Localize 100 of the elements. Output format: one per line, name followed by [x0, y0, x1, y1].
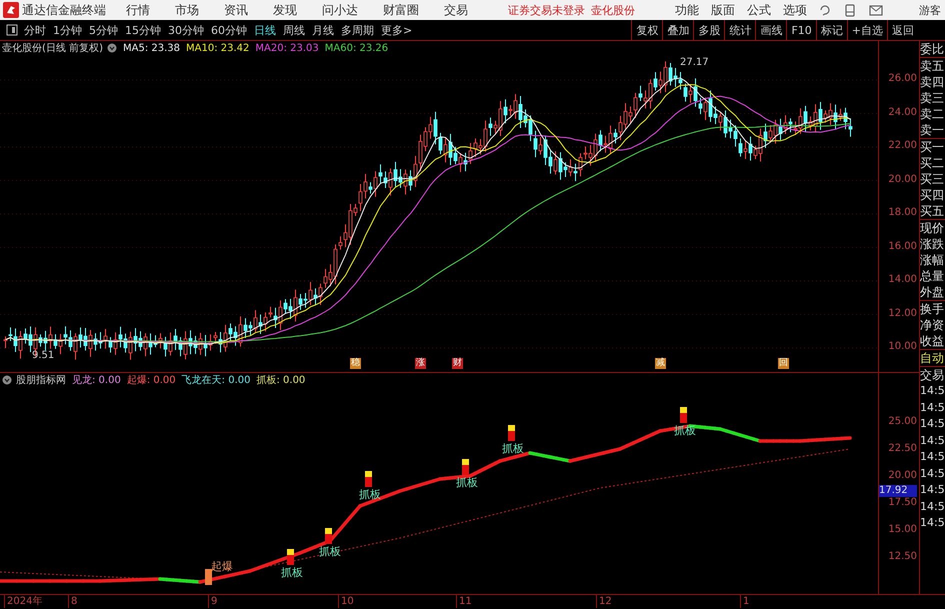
quote-label: 卖二: [920, 106, 945, 122]
dropdown-icon[interactable]: [106, 43, 117, 54]
axis-label: 25.00: [888, 416, 917, 428]
signal-bar-icon: [462, 459, 469, 476]
signal-bar-icon: [287, 549, 294, 566]
menu-item[interactable]: 市场: [175, 2, 199, 19]
period-tab[interactable]: 多周期: [341, 22, 374, 38]
trade-time: 14:5: [920, 515, 945, 532]
quote-label: 买一: [920, 139, 945, 156]
trade-time: 14:5: [920, 449, 945, 466]
date-label: 8: [68, 595, 78, 608]
menu-item[interactable]: 财富圈: [383, 2, 419, 19]
trade-time: 14:5: [920, 383, 945, 400]
signal-marker: 涨: [415, 358, 426, 370]
axis-label: 26.00: [888, 73, 917, 84]
user-label[interactable]: 游客: [919, 2, 941, 18]
quote-label: 买四: [920, 187, 945, 204]
menu-item[interactable]: 公式: [747, 2, 771, 19]
axis-label: 16.00: [888, 240, 917, 252]
quote-label: 卖一: [920, 122, 945, 138]
signal-label: 抓板: [502, 441, 524, 456]
axis-label: 18.00: [888, 207, 917, 218]
date-label: 11: [456, 595, 472, 608]
trade-time: 14:5: [920, 400, 945, 416]
menu-item[interactable]: 版面: [711, 2, 735, 19]
auto-tab[interactable]: 自动: [920, 350, 945, 366]
signal-bar-icon: [680, 407, 687, 424]
panel-toggle-icon[interactable]: [6, 24, 18, 36]
date-label: 1: [740, 595, 750, 608]
date-label: 12: [596, 595, 612, 608]
trade-label: 交易: [920, 367, 945, 384]
menu-item[interactable]: 问小达: [322, 2, 358, 19]
period-tab[interactable]: 30分钟: [168, 22, 204, 38]
axis-label: 12.00: [888, 308, 917, 319]
quote-label: 买三: [920, 171, 945, 188]
chart-title: 壶化股份(日线 前复权): [2, 42, 103, 56]
indicator-value: 飞龙在天: 0.00: [182, 374, 250, 388]
indicator-value: 起爆: 0.00: [126, 374, 176, 388]
menu-item[interactable]: 行情: [126, 2, 150, 19]
date-label: 9: [208, 595, 218, 608]
stock-name: 壶化股份: [591, 2, 635, 18]
period-tab[interactable]: 分时: [24, 22, 46, 38]
menu-item[interactable]: 资讯: [224, 2, 248, 19]
axis-label: 15.00: [888, 524, 917, 536]
current-value-label: 17.92: [879, 485, 917, 498]
date-label: 10: [338, 595, 354, 608]
axis-label: 24.00: [888, 106, 917, 118]
menu-item[interactable]: 选项: [783, 2, 807, 19]
menu-item[interactable]: 交易: [444, 2, 468, 19]
axis-label: 14.00: [888, 274, 917, 286]
quote-label: 买二: [920, 155, 945, 172]
signal-marker: 回: [778, 358, 789, 370]
app-title: 通达信金融终端: [22, 2, 106, 19]
quote-label: 委比: [920, 41, 945, 58]
axis-label: 17.50: [888, 497, 917, 508]
axis-label: 10.00: [888, 341, 917, 352]
axis-label: 22.50: [888, 443, 917, 454]
signal-label: 抓板: [359, 487, 381, 502]
signal-marker: 稳: [350, 358, 361, 370]
signal-label: 抓板: [319, 544, 341, 560]
quote-label: 卖五: [920, 58, 945, 74]
axis-label: 20.00: [888, 174, 917, 185]
low-price-label: 9.51: [32, 350, 54, 362]
menu-item[interactable]: 功能: [675, 2, 699, 19]
axis-label: 12.50: [888, 551, 917, 562]
quote-label: 总量: [920, 268, 945, 284]
period-tab[interactable]: 日线: [254, 22, 276, 38]
high-price-label: 27.17: [680, 57, 709, 68]
dropdown-icon[interactable]: [2, 375, 12, 386]
period-tab[interactable]: 更多>: [381, 22, 412, 38]
mail-icon[interactable]: [869, 4, 883, 16]
quote-label: 净资: [920, 317, 945, 334]
quote-label: 收益: [920, 333, 945, 350]
indicator-title: 股朋指标网: [16, 374, 66, 388]
quote-label: 卖三: [920, 90, 945, 106]
app-logo-icon: [3, 2, 19, 18]
axis-label: 22.00: [888, 140, 917, 152]
quote-label: 涨幅: [920, 252, 945, 268]
phone-icon[interactable]: [845, 4, 855, 17]
period-tab[interactable]: 月线: [312, 22, 334, 38]
trade-time: 14:5: [920, 416, 945, 432]
chat-icon[interactable]: [819, 4, 831, 16]
date-label: 2024年: [4, 595, 42, 608]
period-tab[interactable]: 周线: [283, 22, 305, 38]
period-tab[interactable]: 1分钟: [53, 22, 82, 38]
quote-label: 涨跌: [920, 236, 945, 252]
signal-bar-icon: [205, 569, 212, 586]
period-tab[interactable]: 60分钟: [211, 22, 247, 38]
signal-marker: 减: [655, 358, 666, 370]
login-status: 证券交易未登录: [508, 2, 585, 18]
ma-value: MA10: 23.42: [186, 42, 250, 54]
signal-bar-icon: [325, 528, 332, 544]
quote-label: 买五: [920, 203, 945, 220]
menu-item[interactable]: 发现: [273, 2, 297, 19]
period-tab[interactable]: 5分钟: [89, 22, 118, 38]
quote-label: 现价: [920, 220, 945, 236]
ma-value: MA60: 23.26: [324, 42, 388, 54]
indicator-value: 见龙: 0.00: [72, 374, 121, 388]
period-tab[interactable]: 15分钟: [125, 22, 161, 38]
signal-label: 起爆: [211, 559, 233, 574]
